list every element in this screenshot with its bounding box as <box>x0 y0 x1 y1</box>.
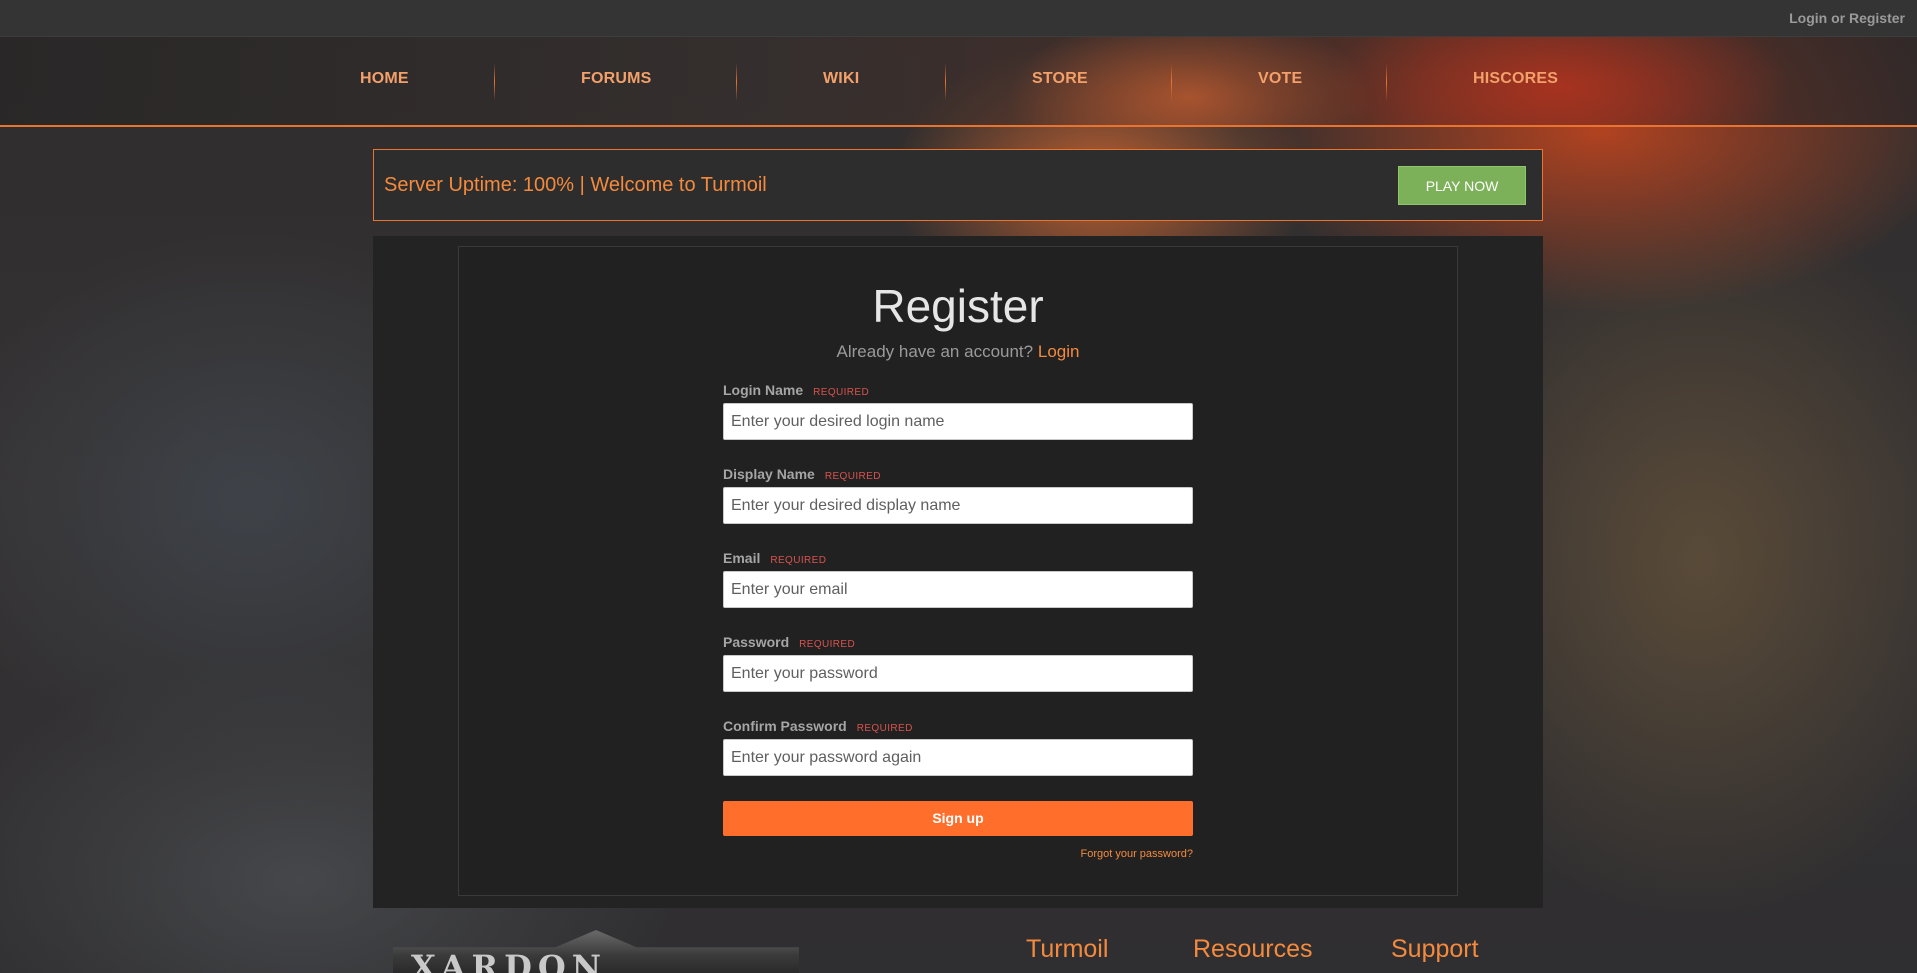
login-prompt: Already have an account? Login <box>459 342 1457 362</box>
password-group: Password REQUIRED <box>723 634 1193 692</box>
nav-store[interactable]: STORE <box>1032 70 1088 88</box>
nav-vote[interactable]: VOTE <box>1258 70 1302 88</box>
nav-divider <box>494 63 495 101</box>
nav-divider <box>945 63 946 101</box>
nav-divider <box>736 63 737 101</box>
nav-home[interactable]: HOME <box>360 70 409 88</box>
page-title: Register <box>872 280 1044 332</box>
nav-hiscores[interactable]: HISCORES <box>1473 70 1558 88</box>
login-register-link[interactable]: Login or Register <box>1789 10 1905 26</box>
required-tag: REQUIRED <box>824 471 881 482</box>
footer-heading-resources: Resources <box>1193 935 1313 963</box>
server-status-message: Server Uptime: 100% | Welcome to Turmoil <box>384 174 767 196</box>
required-tag: REQUIRED <box>770 555 827 566</box>
register-card: Register Already have an account? Login … <box>458 246 1458 896</box>
email-group: Email REQUIRED <box>723 550 1193 608</box>
login-link[interactable]: Login <box>1038 342 1080 361</box>
nav-divider <box>1171 63 1172 101</box>
confirm-password-input[interactable] <box>723 739 1193 776</box>
forgot-password-link[interactable]: Forgot your password? <box>1081 848 1194 860</box>
footer-heading-turmoil: Turmoil <box>1026 935 1109 963</box>
nav-divider <box>1386 63 1387 101</box>
required-tag: REQUIRED <box>799 639 856 650</box>
login-prompt-text: Already have an account? <box>836 342 1034 361</box>
main-content: Register Already have an account? Login … <box>373 236 1543 908</box>
password-input[interactable] <box>723 655 1193 692</box>
nav-wiki[interactable]: WIKI <box>823 70 859 88</box>
display-name-group: Display Name REQUIRED <box>723 466 1193 524</box>
required-tag: REQUIRED <box>856 723 913 734</box>
footer-heading-support: Support <box>1391 935 1479 963</box>
login-name-input[interactable] <box>723 403 1193 440</box>
login-name-group: Login Name REQUIRED <box>723 382 1193 440</box>
login-name-label: Login Name REQUIRED <box>723 382 870 398</box>
email-input[interactable] <box>723 571 1193 608</box>
play-now-button[interactable]: PLAY NOW <box>1398 166 1526 205</box>
confirm-password-label: Confirm Password REQUIRED <box>723 718 913 734</box>
top-bar: Login or Register <box>0 0 1917 37</box>
confirm-password-group: Confirm Password REQUIRED <box>723 718 1193 776</box>
server-status-banner: Server Uptime: 100% | Welcome to Turmoil… <box>373 149 1543 221</box>
main-nav: HOME FORUMS WIKI STORE VOTE HISCORES <box>0 37 1917 127</box>
display-name-input[interactable] <box>723 487 1193 524</box>
required-tag: REQUIRED <box>813 387 870 398</box>
display-name-label: Display Name REQUIRED <box>723 466 881 482</box>
sign-up-button[interactable]: Sign up <box>723 801 1193 836</box>
email-label: Email REQUIRED <box>723 550 827 566</box>
nav-forums[interactable]: FORUMS <box>581 70 652 88</box>
password-label: Password REQUIRED <box>723 634 856 650</box>
